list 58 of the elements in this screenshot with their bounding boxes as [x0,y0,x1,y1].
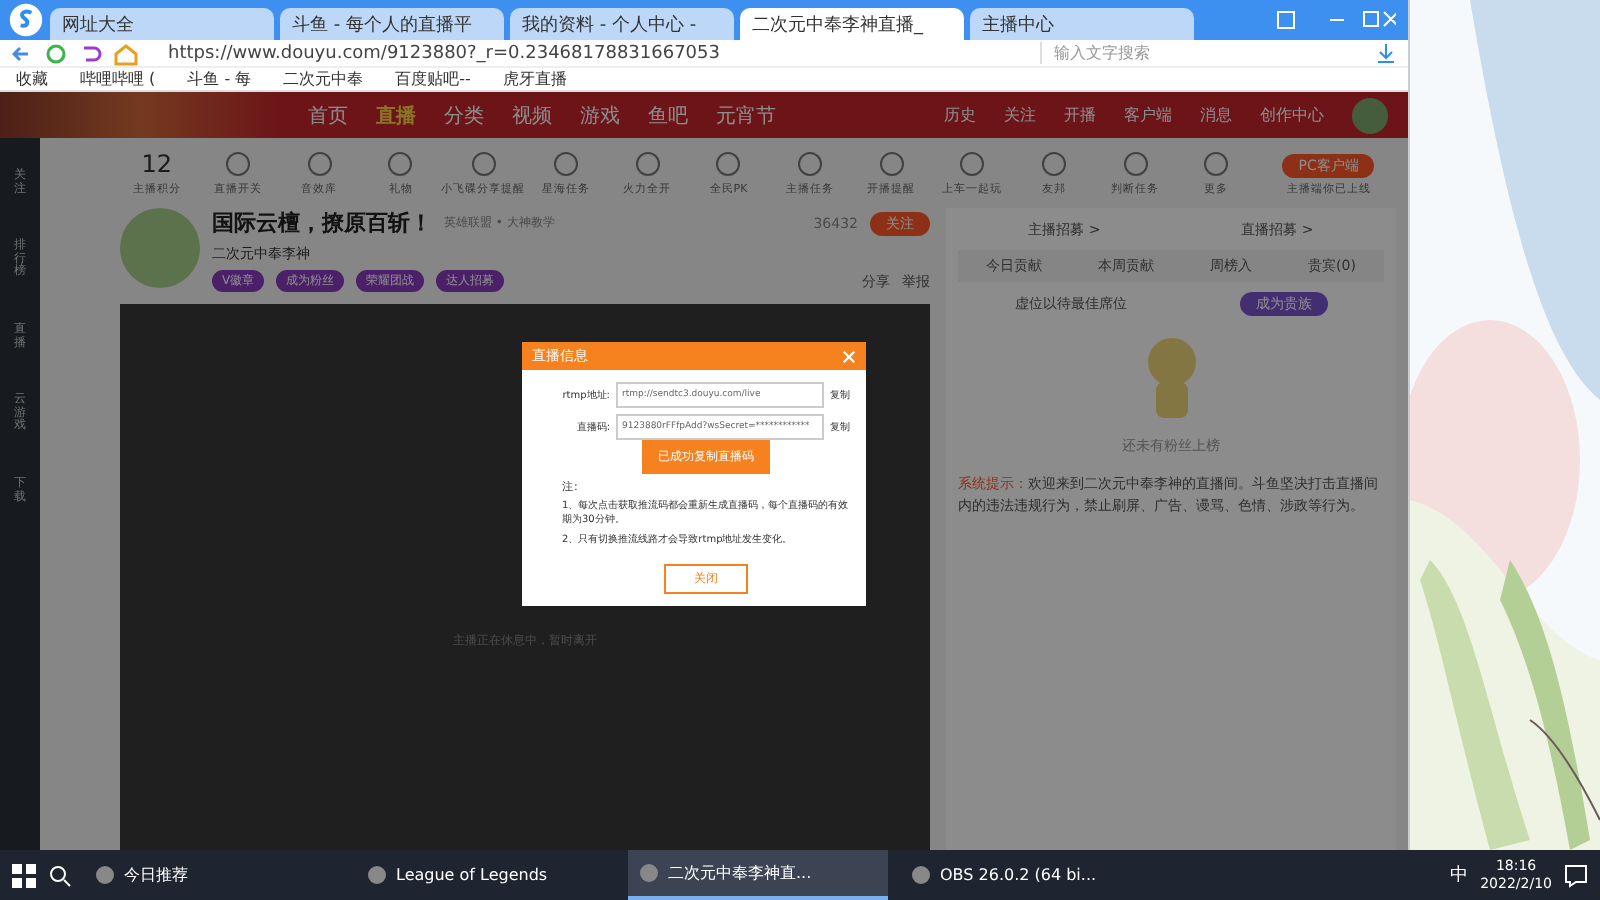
circle-icon [958,150,987,178]
browser-tab[interactable]: 我的资料 - 个人中心 - [510,8,734,40]
circle-icon [469,150,498,178]
search-icon[interactable] [48,863,72,887]
circle-icon [877,150,906,178]
browser-tab[interactable]: 斗鱼 - 每个人的直播平 [280,8,504,40]
app-icon [640,864,658,882]
circle-icon [551,150,580,178]
nav-link[interactable]: 鱼吧 [648,101,688,129]
streamer-avatar [120,208,200,288]
address-field[interactable]: https://www.douyu.com/9123880?_r=0.23468178831667053 [168,43,1024,63]
circle-icon [223,150,252,178]
browser-logo-icon [8,2,44,38]
window-controls-icon[interactable] [1276,10,1396,30]
bookmark-item[interactable]: 哔哩哔哩 ( [80,68,156,90]
room-title: 国际云檀，撩原百斩！ [212,208,432,238]
bookmark-item[interactable]: 虎牙直播 [502,68,567,90]
circle-icon [633,150,662,178]
bookmark-item[interactable]: 二次元中奉 [283,68,364,90]
bookmark-item[interactable]: 百度贴吧-- [395,68,471,90]
close-icon[interactable] [842,349,856,363]
header-link[interactable]: 消息 [1200,104,1232,126]
bookmark-item[interactable]: 收藏 [16,68,48,90]
search-field[interactable]: 输入文字搜索 [1040,42,1360,64]
nav-link[interactable]: 视频 [512,101,552,129]
circle-icon [1121,150,1150,178]
browser-tab[interactable]: 网址大全 [50,8,274,40]
nav-link[interactable]: 游戏 [580,101,620,129]
nav-link[interactable]: 分类 [444,101,484,129]
header-link[interactable]: 关注 [1004,104,1036,126]
taskbar-app[interactable]: OBS 26.0.2 (64 bi... [900,850,1160,900]
header-link[interactable]: 创作中心 [1260,104,1324,126]
circle-icon [305,150,334,178]
taskbar-app[interactable]: 二次元中奉李神直... [628,850,888,900]
header-link[interactable]: 客户端 [1124,104,1172,126]
header-link[interactable]: 开播 [1064,104,1096,126]
nav-link[interactable]: 首页 [308,101,348,129]
header-link[interactable]: 历史 [944,104,976,126]
app-icon [912,866,930,884]
taskbar-app[interactable]: League of Legends [356,850,616,900]
circle-icon [1202,150,1231,178]
taskbar-app[interactable]: 今日推荐 [84,850,344,900]
browser-tab[interactable]: 二次元中奉李神直播_ [740,8,964,40]
circle-icon [386,150,415,178]
bookmark-item[interactable]: 斗鱼 - 每 [187,68,252,90]
circle-icon [1039,150,1068,178]
circle-icon [795,150,824,178]
download-icon[interactable] [1376,43,1396,63]
app-icon [96,866,114,884]
score-value: 12 [141,150,172,178]
nav-link[interactable]: 直播 [376,101,416,129]
nav-link[interactable]: 元宵节 [716,101,776,129]
ime-indicator[interactable]: 中 [1450,862,1469,888]
notification-icon[interactable] [1564,863,1588,887]
circle-icon [714,150,743,178]
browser-tab[interactable]: 主播中心 [970,8,1194,40]
start-icon[interactable] [12,863,36,887]
app-icon [368,866,386,884]
